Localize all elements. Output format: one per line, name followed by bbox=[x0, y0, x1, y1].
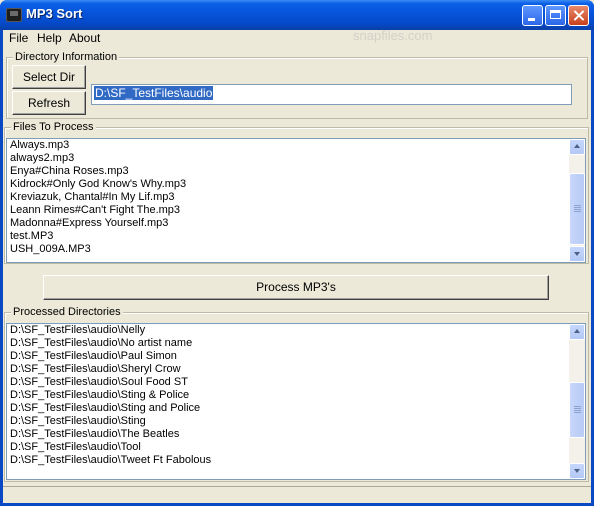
status-bar bbox=[3, 486, 591, 503]
menu-file[interactable]: File bbox=[6, 31, 31, 45]
dirs-scrollbar[interactable] bbox=[569, 324, 585, 479]
files-listbox[interactable]: Always.mp3 always2.mp3 Enya#China Roses.mp… bbox=[6, 138, 586, 263]
processed-directories-legend: Processed Directories bbox=[11, 306, 123, 318]
menu-bar: File Help About snapfiles.com bbox=[3, 28, 591, 47]
watermark: snapfiles.com bbox=[353, 28, 433, 43]
list-item[interactable]: D:\SF_TestFiles\audio\Tool bbox=[7, 441, 585, 454]
refresh-button[interactable]: Refresh bbox=[12, 91, 86, 115]
scroll-thumb[interactable] bbox=[569, 173, 585, 245]
client-area: File Help About snapfiles.com Directory … bbox=[3, 28, 591, 503]
list-item[interactable]: D:\SF_TestFiles\audio\The Beatles bbox=[7, 428, 585, 441]
list-item[interactable]: Kidrock#Only God Know's Why.mp3 bbox=[7, 178, 585, 191]
scroll-up-icon[interactable] bbox=[569, 139, 585, 155]
window-title: MP3 Sort bbox=[26, 6, 83, 21]
processed-directories-group: Processed Directories D:\SF_TestFiles\au… bbox=[4, 306, 589, 482]
list-item[interactable]: Madonna#Express Yourself.mp3 bbox=[7, 217, 585, 230]
process-mp3s-button[interactable]: Process MP3's bbox=[43, 275, 549, 300]
list-item[interactable]: D:\SF_TestFiles\audio\Sting bbox=[7, 415, 585, 428]
scroll-up-icon[interactable] bbox=[569, 324, 585, 340]
close-button[interactable] bbox=[568, 5, 589, 26]
processed-directories-listbox[interactable]: D:\SF_TestFiles\audio\Nelly D:\SF_TestFil… bbox=[6, 323, 586, 480]
list-item[interactable]: test.MP3 bbox=[7, 230, 585, 243]
list-item[interactable]: D:\SF_TestFiles\audio\Sting & Police bbox=[7, 389, 585, 402]
menu-help[interactable]: Help bbox=[34, 31, 65, 45]
list-item[interactable]: Kreviazuk, Chantal#In My Lif.mp3 bbox=[7, 191, 585, 204]
select-dir-button[interactable]: Select Dir bbox=[12, 65, 86, 89]
directory-path-value: D:\SF_TestFiles\audio bbox=[94, 86, 214, 100]
list-item[interactable]: D:\SF_TestFiles\audio\Sheryl Crow bbox=[7, 363, 585, 376]
list-item[interactable]: D:\SF_TestFiles\audio\Paul Simon bbox=[7, 350, 585, 363]
files-to-process-legend: Files To Process bbox=[11, 121, 96, 133]
files-to-process-group: Files To Process Always.mp3 always2.mp3 En… bbox=[4, 121, 589, 264]
menu-about[interactable]: About bbox=[66, 31, 103, 45]
maximize-button[interactable] bbox=[545, 5, 566, 26]
list-item[interactable]: D:\SF_TestFiles\audio\No artist name bbox=[7, 337, 585, 350]
app-icon[interactable] bbox=[6, 8, 22, 22]
list-item[interactable]: D:\SF_TestFiles\audio\Soul Food ST bbox=[7, 376, 585, 389]
list-item[interactable]: D:\SF_TestFiles\audio\Sting and Police bbox=[7, 402, 585, 415]
list-item[interactable]: D:\SF_TestFiles\audio\Tweet Ft Fabolous bbox=[7, 454, 585, 467]
scroll-thumb[interactable] bbox=[569, 382, 585, 438]
list-item[interactable]: Leann Rimes#Can't Fight The.mp3 bbox=[7, 204, 585, 217]
directory-info-legend: Directory Information bbox=[13, 51, 120, 63]
scroll-down-icon[interactable] bbox=[569, 463, 585, 479]
directory-path-input[interactable]: D:\SF_TestFiles\audio bbox=[91, 84, 572, 105]
minimize-button[interactable] bbox=[522, 5, 543, 26]
scroll-down-icon[interactable] bbox=[569, 246, 585, 262]
list-item[interactable]: USH_009A.MP3 bbox=[7, 243, 585, 256]
directory-info-group: Directory Information Select Dir Refresh… bbox=[6, 51, 588, 119]
files-scrollbar[interactable] bbox=[569, 139, 585, 262]
title-bar[interactable]: MP3 Sort bbox=[0, 0, 594, 30]
list-item[interactable]: Enya#China Roses.mp3 bbox=[7, 165, 585, 178]
list-item[interactable]: D:\SF_TestFiles\audio\Nelly bbox=[7, 324, 585, 337]
list-item[interactable]: always2.mp3 bbox=[7, 152, 585, 165]
list-item[interactable]: Always.mp3 bbox=[7, 139, 585, 152]
app-window: MP3 Sort File Help About snapfiles.com D… bbox=[0, 0, 594, 506]
